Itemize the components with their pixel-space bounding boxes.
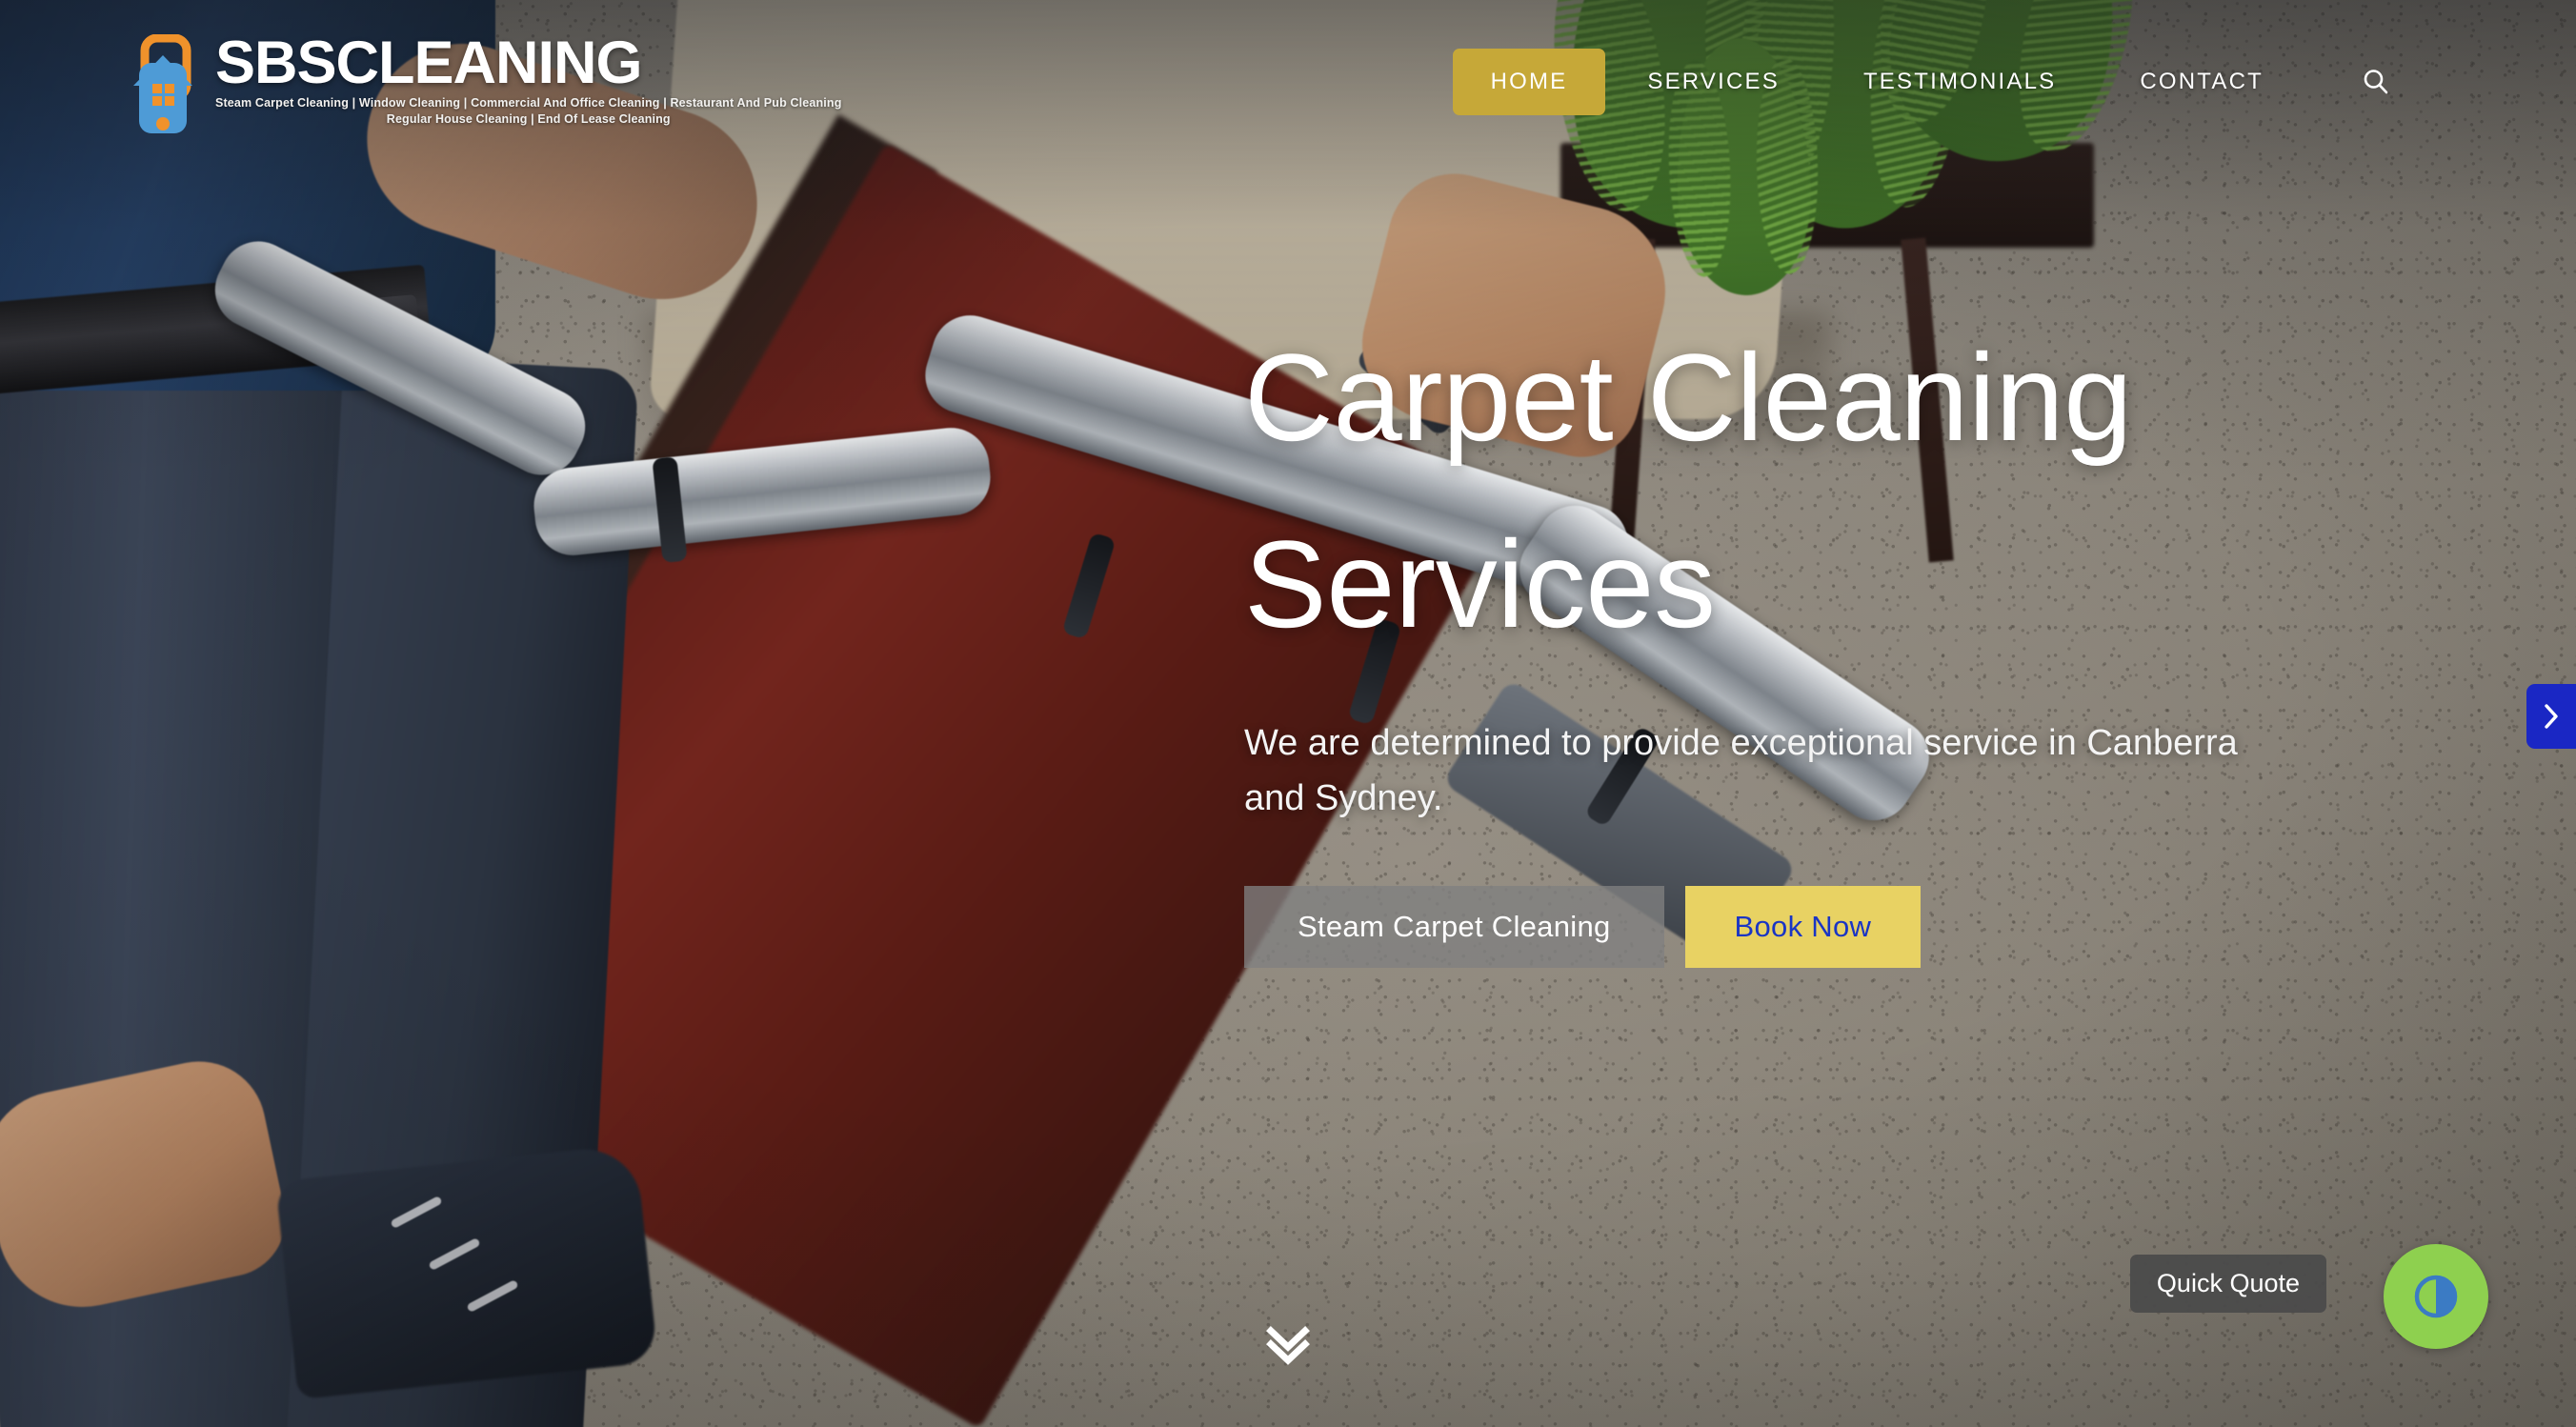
- nav-item-services[interactable]: SERVICES: [1605, 70, 1821, 93]
- brand-tagline-line-1: Steam Carpet Cleaning | Window Cleaning …: [215, 96, 842, 111]
- hero-content: Carpet Cleaning Services We are determin…: [1244, 335, 2387, 968]
- accessibility-toggle-button[interactable]: [2384, 1244, 2488, 1349]
- chevron-right-icon: [2545, 704, 2558, 729]
- nav-item-testimonials[interactable]: TESTIMONIALS: [1821, 70, 2098, 93]
- nav-item-contact[interactable]: CONTACT: [2098, 70, 2305, 93]
- main-navigation: HOME SERVICES TESTIMONIALS CONTACT: [1452, 49, 2397, 115]
- brand-name: SBSCLEANING: [215, 30, 643, 96]
- book-now-button[interactable]: Book Now: [1684, 885, 1922, 968]
- hero-title-line-1: Carpet Cleaning: [1244, 328, 2132, 467]
- hero-title: Carpet Cleaning Services: [1244, 335, 2387, 646]
- hero-cta-group: Steam Carpet Cleaning Book Now: [1244, 885, 2387, 968]
- steam-carpet-cleaning-button[interactable]: Steam Carpet Cleaning: [1244, 885, 1664, 968]
- site-logo-link[interactable]: SBSCLEANING Steam Carpet Cleaning | Wind…: [131, 30, 842, 137]
- brand-tagline-line-2: Regular House Cleaning | End Of Lease Cl…: [386, 111, 671, 126]
- hero-subtitle: We are determined to provide exceptional…: [1244, 723, 2238, 818]
- contrast-half-circle-icon: [2414, 1275, 2458, 1318]
- site-header: SBSCLEANING Steam Carpet Cleaning | Wind…: [0, 0, 2576, 164]
- slider-next-button[interactable]: [2526, 684, 2576, 749]
- search-icon: [2364, 70, 2388, 94]
- search-button[interactable]: [2355, 61, 2397, 103]
- hero-title-line-2: Services: [1244, 514, 1716, 653]
- nav-item-home[interactable]: HOME: [1452, 49, 1606, 115]
- double-chevron-down-icon: [1266, 1326, 1310, 1365]
- quick-quote-button[interactable]: Quick Quote: [2129, 1255, 2326, 1313]
- scroll-down-button[interactable]: [1255, 1318, 1321, 1372]
- house-phone-logo-icon: [133, 34, 192, 133]
